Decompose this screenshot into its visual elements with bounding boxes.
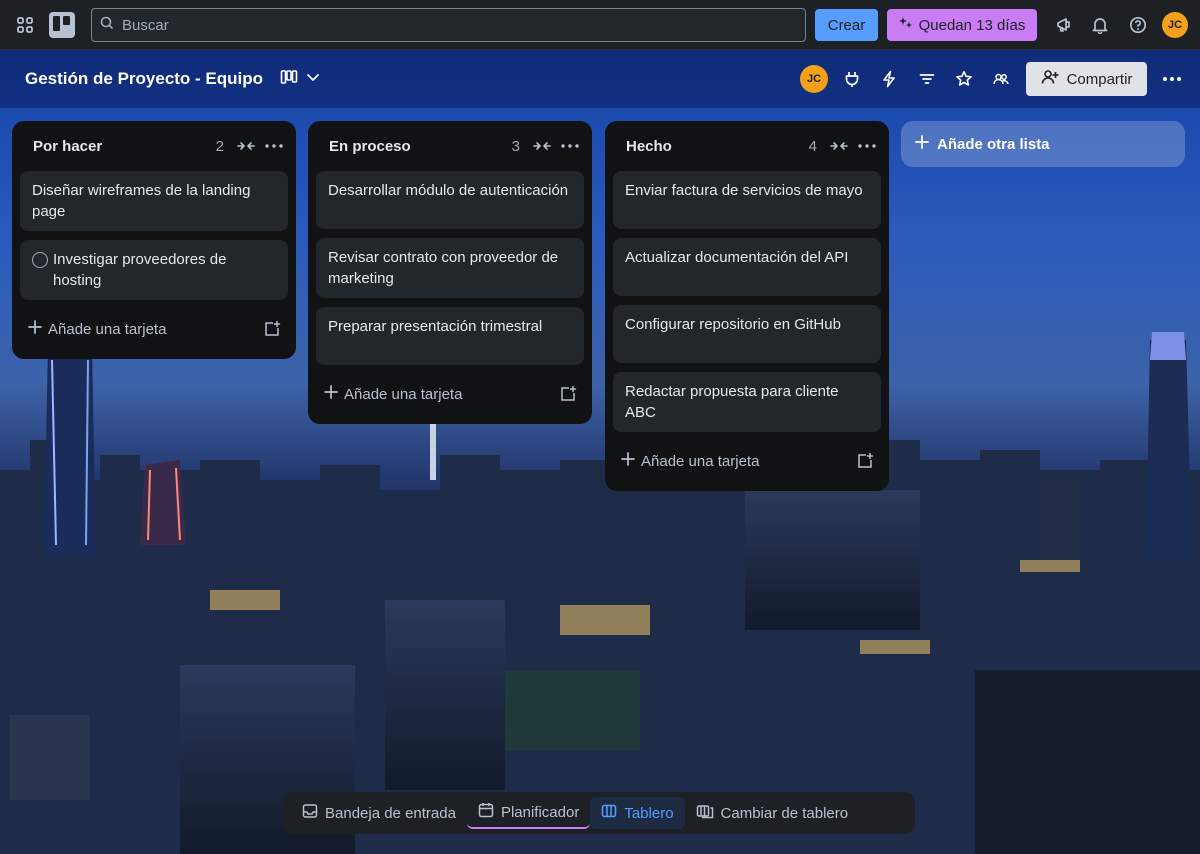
create-button[interactable]: Crear — [815, 9, 878, 41]
create-from-template-icon[interactable] — [851, 447, 879, 475]
apps-grid-icon[interactable] — [9, 9, 41, 41]
card-complete-checkbox[interactable] — [32, 252, 48, 268]
card-count: 4 — [808, 137, 817, 155]
create-from-template-icon[interactable] — [554, 380, 582, 408]
switch-board-icon — [696, 803, 714, 823]
filter-icon[interactable] — [911, 63, 943, 95]
star-icon[interactable] — [948, 63, 980, 95]
card-title: Configurar repositorio en GitHub — [625, 316, 841, 333]
board-view-switcher[interactable] — [280, 64, 320, 94]
board-header: Gestión de Proyecto - Equipo JC Comparti… — [0, 50, 1200, 108]
list-por-hacer: Por hacer 2 Diseñar wireframes de la lan… — [12, 121, 296, 359]
card-count: 3 — [511, 137, 520, 155]
card[interactable]: Enviar factura de servicios de mayo — [613, 171, 881, 229]
add-card-row[interactable]: Añade una tarjeta — [316, 374, 584, 414]
create-from-template-icon[interactable] — [258, 315, 286, 343]
card-title: Diseñar wireframes de la landing page — [32, 182, 251, 220]
add-card-label: Añade una tarjeta — [344, 385, 463, 403]
list-hecho: Hecho 4 Enviar factura de servicios de m… — [605, 121, 889, 491]
trial-days-label: Quedan 13 días — [918, 16, 1026, 34]
add-card-row[interactable]: Añade una tarjeta — [613, 441, 881, 481]
user-avatar[interactable]: JC — [1162, 12, 1188, 38]
share-label: Compartir — [1066, 70, 1133, 88]
trial-days-button[interactable]: Quedan 13 días — [887, 9, 1037, 41]
bottom-navigation: Bandeja de entrada Planificador Tablero … — [283, 792, 915, 834]
calendar-icon — [478, 802, 494, 822]
top-navigation-bar: Crear Quedan 13 días JC — [0, 0, 1200, 50]
list-header: Por hacer 2 — [20, 121, 288, 171]
megaphone-icon[interactable] — [1048, 9, 1080, 41]
card-title: Enviar factura de servicios de mayo — [625, 182, 863, 199]
power-ups-icon[interactable] — [836, 63, 868, 95]
add-card-label: Añade una tarjeta — [48, 320, 167, 338]
list-header: Hecho 4 — [613, 121, 881, 171]
collapse-list-icon[interactable] — [528, 132, 556, 160]
automation-bolt-icon[interactable] — [873, 63, 905, 95]
card[interactable]: Configurar repositorio en GitHub — [613, 305, 881, 363]
card-title: Investigar proveedores de hosting — [53, 251, 227, 289]
card-title: Actualizar documentación del API — [625, 249, 849, 266]
board-view-icon — [280, 69, 298, 90]
card[interactable]: Redactar propuesta para cliente ABC — [613, 372, 881, 432]
card-title: Revisar contrato con proveedor de market… — [328, 249, 559, 287]
more-options-icon[interactable] — [1156, 63, 1188, 95]
search-bar[interactable] — [91, 8, 806, 42]
chevron-down-icon — [306, 70, 320, 89]
card[interactable]: Desarrollar módulo de autenticación — [316, 171, 584, 229]
member-initials: JC — [800, 65, 828, 93]
plus-icon — [621, 452, 635, 470]
help-icon[interactable] — [1122, 9, 1154, 41]
nav-board-label: Tablero — [624, 804, 674, 822]
card-count: 2 — [215, 137, 224, 155]
bell-icon[interactable] — [1084, 9, 1116, 41]
add-list-button[interactable]: Añade otra lista — [901, 121, 1185, 167]
nav-inbox-label: Bandeja de entrada — [325, 804, 456, 822]
add-person-icon — [1041, 68, 1059, 90]
search-input[interactable] — [122, 16, 782, 34]
card[interactable]: Investigar proveedores de hosting — [20, 240, 288, 300]
add-card-label: Añade una tarjeta — [641, 452, 760, 470]
add-card-row[interactable]: Añade una tarjeta — [20, 309, 288, 349]
list-title[interactable]: Hecho — [626, 138, 809, 155]
card-title: Preparar presentación trimestral — [328, 318, 543, 335]
nav-board[interactable]: Tablero — [590, 797, 685, 829]
plus-icon — [324, 385, 338, 403]
add-list-label: Añade otra lista — [937, 135, 1050, 153]
board-icon — [601, 803, 617, 823]
members-icon[interactable] — [985, 63, 1017, 95]
share-button[interactable]: Compartir — [1026, 62, 1147, 96]
plus-icon — [915, 135, 929, 153]
list-title[interactable]: En proceso — [329, 138, 512, 155]
search-icon — [100, 16, 114, 35]
nav-switch-board[interactable]: Cambiar de tablero — [685, 797, 860, 829]
collapse-list-icon[interactable] — [232, 132, 260, 160]
list-menu-icon[interactable] — [556, 132, 584, 160]
inbox-icon — [302, 803, 318, 823]
list-menu-icon[interactable] — [853, 132, 881, 160]
board-title[interactable]: Gestión de Proyecto - Equipo — [25, 69, 263, 89]
board-member-avatar[interactable]: JC — [800, 65, 828, 93]
card-title: Desarrollar módulo de autenticación — [328, 182, 569, 199]
card-title: Redactar propuesta para cliente ABC — [625, 383, 839, 421]
card[interactable]: Actualizar documentación del API — [613, 238, 881, 296]
plus-icon — [28, 320, 42, 338]
list-menu-icon[interactable] — [260, 132, 288, 160]
nav-inbox[interactable]: Bandeja de entrada — [291, 797, 467, 829]
nav-planner-label: Planificador — [500, 803, 580, 821]
nav-switch-label: Cambiar de tablero — [720, 804, 849, 822]
list-title[interactable]: Por hacer — [33, 138, 216, 155]
sparkle-icon — [898, 16, 913, 34]
card[interactable]: Diseñar wireframes de la landing page — [20, 171, 288, 231]
card[interactable]: Revisar contrato con proveedor de market… — [316, 238, 584, 298]
trello-logo[interactable] — [49, 12, 75, 38]
collapse-list-icon[interactable] — [825, 132, 853, 160]
nav-planner[interactable]: Planificador — [466, 797, 591, 829]
list-en-proceso: En proceso 3 Desarrollar módulo de auten… — [308, 121, 592, 424]
card[interactable]: Preparar presentación trimestral — [316, 307, 584, 365]
list-header: En proceso 3 — [316, 121, 584, 171]
